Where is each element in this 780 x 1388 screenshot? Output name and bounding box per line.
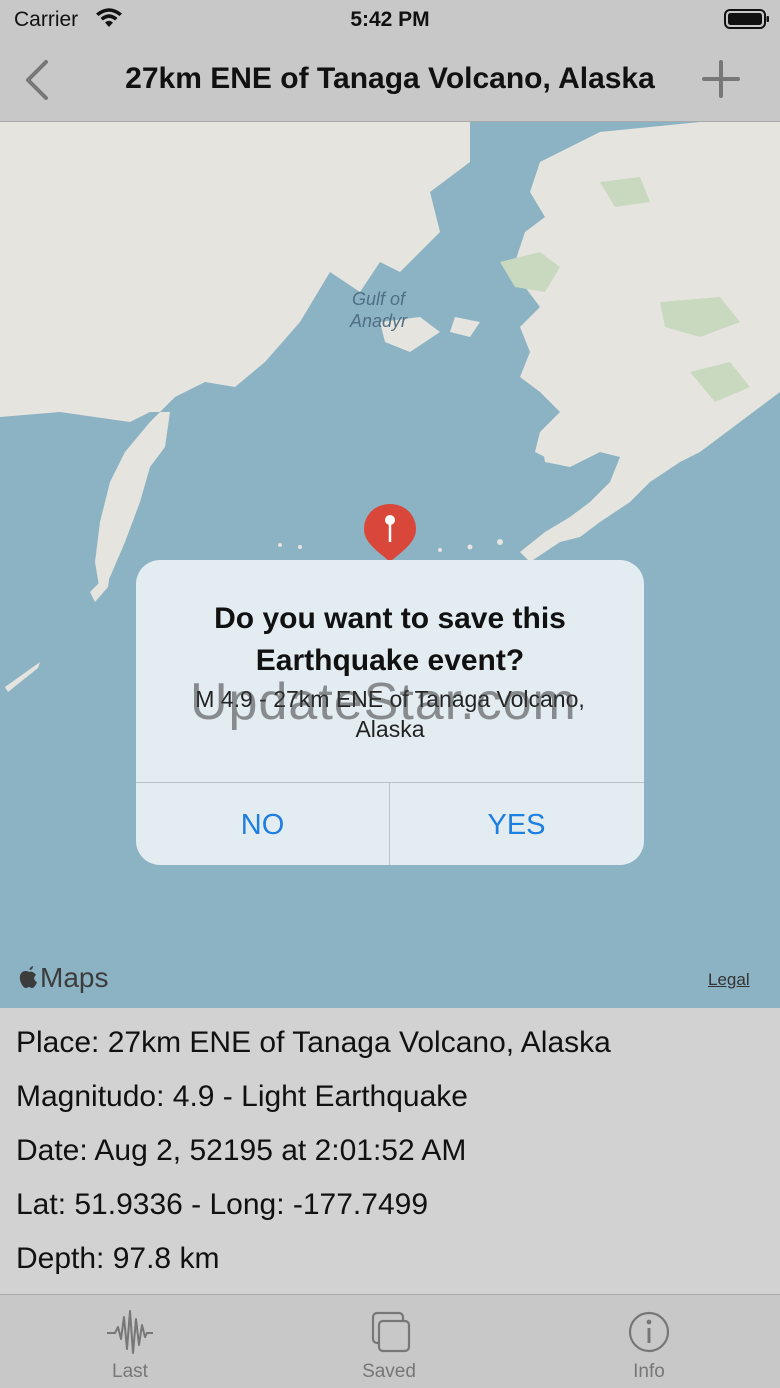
detail-place: Place: 27km ENE of Tanaga Volcano, Alask… (16, 1026, 611, 1059)
tab-bar: Last Saved Info (0, 1294, 780, 1388)
detail-date: Date: Aug 2, 52195 at 2:01:52 AM (16, 1134, 467, 1167)
apple-logo-icon (19, 966, 37, 988)
status-bar: Carrier 5:42 PM (0, 0, 780, 40)
info-icon (628, 1311, 670, 1353)
tab-info-label: Info (633, 1361, 665, 1382)
detail-depth: Depth: 97.8 km (16, 1242, 220, 1275)
tab-saved[interactable]: Saved (309, 1295, 469, 1388)
tab-last[interactable]: Last (50, 1295, 210, 1388)
seismograph-icon (107, 1310, 153, 1354)
battery-icon (724, 9, 769, 29)
gulf-label-line1: Gulf of (352, 289, 406, 309)
alert-message: M 4.9 - 27km ENE of Tanaga Volcano, Alas… (195, 686, 585, 742)
clock: 5:42 PM (350, 8, 430, 31)
page-title: 27km ENE of Tanaga Volcano, Alaska (125, 62, 655, 95)
map-label-gulf: Gulf of Anadyr (350, 288, 407, 332)
no-button[interactable]: NO (136, 783, 389, 865)
earthquake-details: Place: 27km ENE of Tanaga Volcano, Alask… (0, 1008, 780, 1294)
map-pin-icon[interactable] (362, 502, 418, 566)
tab-info[interactable]: Info (569, 1295, 729, 1388)
legal-link[interactable]: Legal (708, 970, 750, 990)
detail-coordinates: Lat: 51.9336 - Long: -177.7499 (16, 1188, 429, 1221)
stacked-squares-icon (371, 1311, 411, 1353)
yes-button[interactable]: YES (390, 783, 643, 865)
detail-magnitude: Magnitudo: 4.9 - Light Earthquake (16, 1080, 468, 1113)
navigation-bar: 27km ENE of Tanaga Volcano, Alaska (0, 40, 780, 122)
plus-icon[interactable] (700, 58, 742, 100)
tab-saved-label: Saved (362, 1361, 416, 1382)
alert-title: Do you want to save this Earthquake even… (214, 602, 566, 677)
maps-logo-text: Maps (40, 962, 109, 993)
gulf-label-line2: Anadyr (350, 311, 408, 331)
apple-maps-logo: Maps (18, 962, 108, 994)
tab-last-label: Last (112, 1361, 148, 1382)
chevron-left-icon[interactable] (22, 58, 52, 102)
save-alert-dialog: Do you want to save this Earthquake even… (136, 560, 644, 865)
